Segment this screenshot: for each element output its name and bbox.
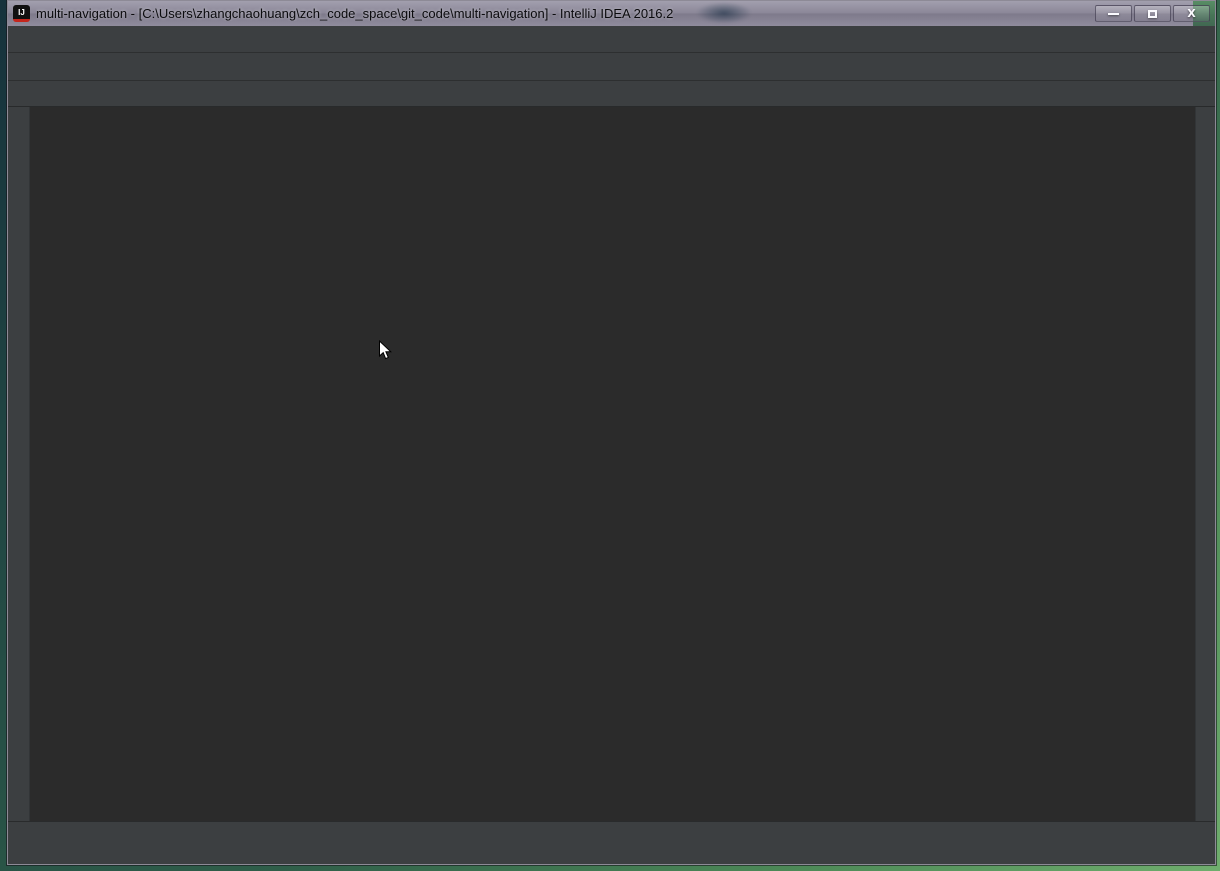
window-controls: X — [1095, 5, 1210, 22]
desktop-background: IJ multi-navigation - [C:\Users\zhangcha… — [0, 0, 1220, 871]
close-icon: X — [1187, 7, 1195, 20]
close-button[interactable]: X — [1173, 5, 1210, 22]
maximize-icon — [1148, 10, 1157, 18]
status-bar — [8, 843, 1215, 864]
tool-window-bar — [8, 821, 1215, 843]
left-tool-stripe — [8, 107, 30, 821]
breadcrumb — [8, 81, 1215, 107]
ide-window: IJ multi-navigation - [C:\Users\zhangcha… — [7, 0, 1216, 865]
menu-bar — [8, 26, 1215, 53]
window-title: multi-navigation - [C:\Users\zhangchaohu… — [36, 6, 673, 21]
main-toolbar — [8, 53, 1215, 81]
mouse-cursor — [378, 340, 393, 365]
maximize-button[interactable] — [1134, 5, 1171, 22]
intellij-logo-icon: IJ — [13, 5, 30, 22]
glass-reflection — [696, 2, 752, 24]
title-bar[interactable]: IJ multi-navigation - [C:\Users\zhangcha… — [8, 1, 1215, 26]
right-tool-stripe — [1195, 107, 1215, 821]
minimize-icon — [1108, 13, 1119, 15]
main-area — [8, 107, 1215, 821]
editor-area[interactable] — [30, 107, 1195, 821]
minimize-button[interactable] — [1095, 5, 1132, 22]
